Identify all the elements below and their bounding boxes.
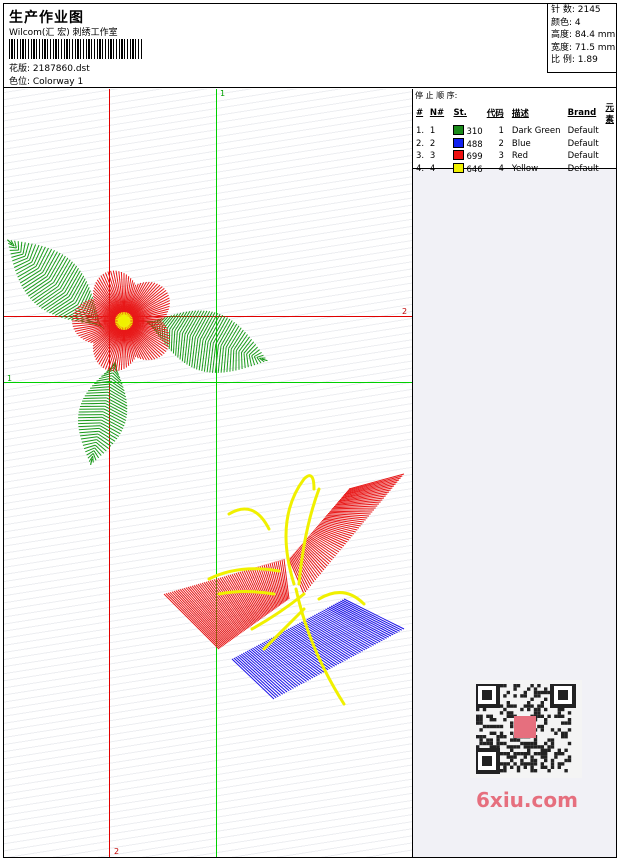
col-number: N# xyxy=(429,108,445,118)
row-brand: Default xyxy=(567,126,599,137)
row-code: 4 xyxy=(498,163,504,174)
row-stitch-value: 310 xyxy=(466,127,483,138)
color-swatch xyxy=(453,162,465,173)
watermark: 6xiu.com xyxy=(476,788,578,812)
qr-code xyxy=(470,680,582,778)
table-row: 3. 3 699 3 Red Default xyxy=(414,150,616,163)
col-code: 代码 xyxy=(486,109,504,119)
row-index: 2. xyxy=(416,138,425,149)
row-element xyxy=(603,138,616,151)
table-row: 2. 2 488 2 Blue Default xyxy=(414,137,616,151)
row-code: 3 xyxy=(498,151,504,162)
yellow-stitch-path xyxy=(217,590,276,596)
row-stitch: 488 xyxy=(451,137,484,151)
colorway: 色位: Colorway 1 xyxy=(9,77,84,87)
row-stitch: 699 xyxy=(451,150,484,163)
design-stats: 针 数: 2145 颜色: 4 高度: 84.4 mm 宽度: 71.5 mm … xyxy=(547,3,617,73)
row-number: 1 xyxy=(429,126,436,137)
row-index: 3. xyxy=(416,151,425,162)
color-swatch xyxy=(453,137,465,148)
row-stitch-value: 699 xyxy=(466,152,483,163)
row-description: Red xyxy=(511,151,529,162)
row-description: Yellow xyxy=(511,163,539,174)
col-stitch: St. xyxy=(453,108,467,118)
yellow-stitch-path xyxy=(317,591,366,606)
page-title: 生产作业图 xyxy=(9,10,84,26)
col-brand: Brand xyxy=(567,108,597,118)
row-element xyxy=(603,163,616,176)
row-index: 4. xyxy=(416,163,425,174)
green-leaf-lower xyxy=(77,358,128,465)
color-swatch xyxy=(453,125,465,136)
col-index: # xyxy=(416,108,424,118)
color-count: 颜色: 4 xyxy=(551,17,581,28)
design-scale: 比 例: 1.89 xyxy=(551,55,598,66)
green-leaf-right xyxy=(143,310,268,373)
stitch-count: 针 数: 2145 xyxy=(551,5,601,15)
stop-sequence-table: # N# St. 代码 描述 Brand 元素 1. 1 310 1 Dark Gree… xyxy=(414,101,616,175)
row-number: 4 xyxy=(429,163,436,174)
row-code: 1 xyxy=(498,126,504,137)
row-stitch: 646 xyxy=(451,162,484,176)
row-stitch: 310 xyxy=(451,125,484,138)
row-code: 2 xyxy=(498,138,504,149)
qr-code-image xyxy=(476,684,576,774)
color-swatch xyxy=(453,150,465,161)
design-file: 花版: 2187860.dst xyxy=(9,64,90,74)
barcode xyxy=(9,39,143,59)
row-brand: Default xyxy=(567,138,599,149)
row-number: 2 xyxy=(429,138,436,149)
design-height: 高度: 84.4 mm xyxy=(551,30,616,41)
studio-name: Wilcom(汇 宏) 刺绣工作室 xyxy=(9,28,118,38)
yellow-stitch-path xyxy=(227,507,271,531)
design-width: 宽度: 71.5 mm xyxy=(551,42,616,53)
header: 生产作业图 Wilcom(汇 宏) 刺绣工作室 花版: 2187860.dst … xyxy=(3,3,617,88)
row-description: Dark Green xyxy=(511,126,561,137)
row-index: 1. xyxy=(416,126,425,137)
stop-sequence-title: 停 止 顺 序: xyxy=(415,91,458,100)
table-row: 4. 4 646 4 Yellow Default xyxy=(414,162,616,176)
col-description: 描述 xyxy=(511,109,529,119)
row-brand: Default xyxy=(567,151,599,162)
stop-sequence-panel: 停 止 顺 序: # N# St. 代码 描述 Brand 元素 1. 1 310 1… xyxy=(413,89,616,175)
design-canvas: 1 1 2 2 xyxy=(4,89,413,857)
row-description: Blue xyxy=(511,138,531,149)
col-element: 元素 xyxy=(605,103,614,125)
table-row: 1. 1 310 1 Dark Green Default xyxy=(414,125,616,138)
row-number: 3 xyxy=(429,151,436,162)
row-element xyxy=(603,150,616,163)
row-element xyxy=(603,125,616,138)
row-stitch-value: 488 xyxy=(466,139,483,150)
embroidery-design xyxy=(7,239,405,706)
row-stitch-value: 646 xyxy=(466,164,483,175)
row-brand: Default xyxy=(567,163,599,174)
